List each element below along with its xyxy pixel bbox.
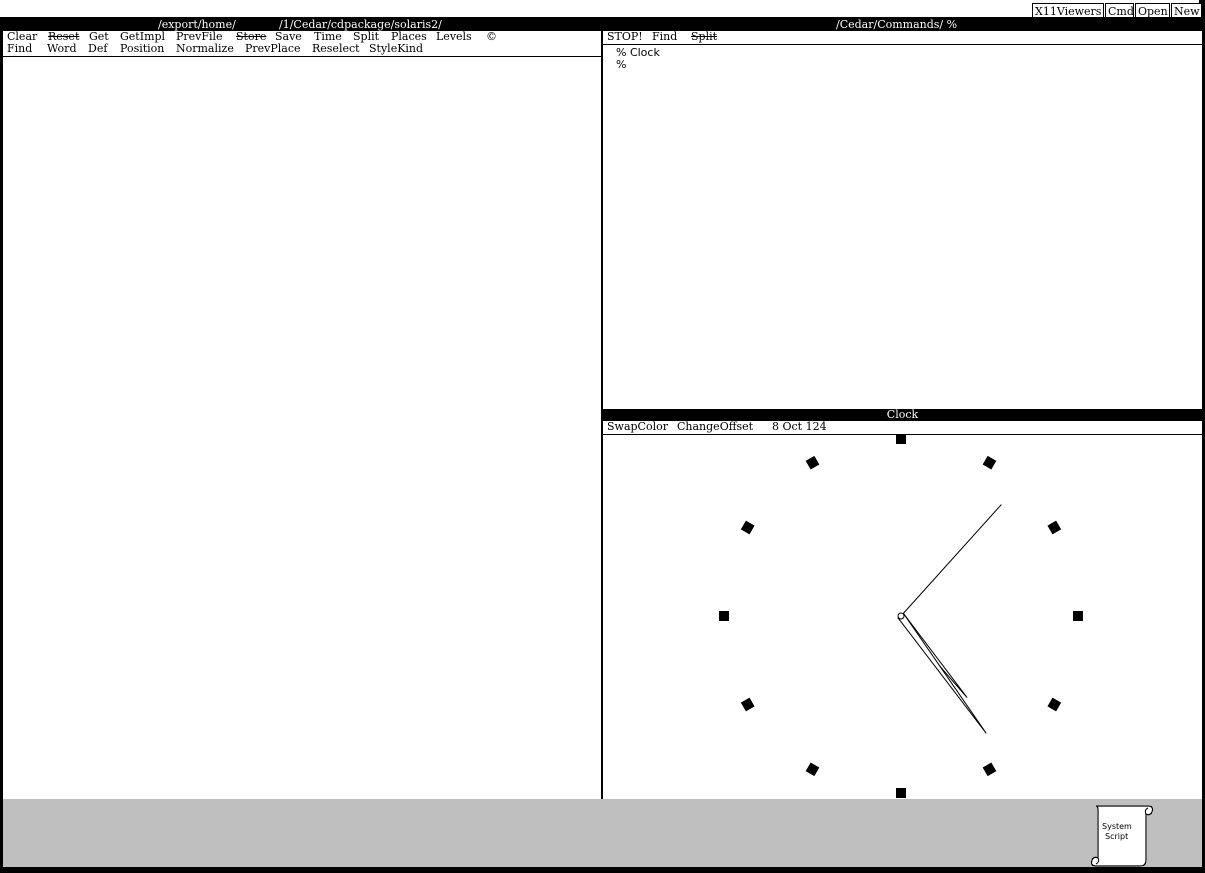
command-viewer[interactable]: STOP! Find Split % Clock % (603, 31, 1202, 409)
command-menu-divider (603, 44, 1202, 45)
menu-normalize[interactable]: Normalize (176, 43, 234, 55)
hour-mark (982, 762, 997, 777)
hour-mark (982, 455, 997, 470)
hour-mark (1047, 697, 1062, 712)
icon-label-line2: Script (1105, 832, 1128, 841)
x11viewers-button[interactable]: X11Viewers (1032, 3, 1104, 18)
hour-mark (719, 611, 729, 621)
swapcolor-button[interactable]: SwapColor (607, 421, 668, 433)
menu-word[interactable]: Word (47, 43, 76, 55)
menu-prevplace[interactable]: PrevPlace (245, 43, 301, 55)
clock-date: 8 Oct 124 (772, 420, 827, 433)
find-button[interactable]: Find (652, 31, 677, 43)
top-menu-bar (0, 0, 1199, 17)
clock-title-text: Clock (886, 408, 919, 421)
menu-divider (3, 56, 601, 57)
clock-face (719, 435, 1083, 798)
command-prompt: % (616, 58, 627, 71)
menu-levels[interactable]: Levels (436, 31, 472, 43)
menu-reselect[interactable]: Reselect (312, 43, 360, 55)
second-hand (900, 504, 1002, 617)
hour-mark (1073, 611, 1083, 621)
hour-mark (740, 697, 755, 712)
hour-mark (740, 520, 755, 535)
cmd-button[interactable]: Cmd (1105, 3, 1134, 18)
split-button[interactable]: Split (691, 31, 717, 43)
hour-mark (1047, 520, 1062, 535)
command-transcript[interactable]: % Clock % (616, 47, 660, 71)
system-script-icon[interactable]: System Script (1088, 802, 1154, 870)
command-title-text: /Cedar/Commands/ % (836, 18, 958, 31)
desktop-background[interactable] (3, 799, 1202, 867)
icon-label-line1: System (1102, 822, 1132, 831)
hour-mark (896, 435, 906, 444)
minute-hand (897, 613, 987, 734)
hour-mark (896, 788, 906, 798)
menu-position[interactable]: Position (120, 43, 164, 55)
left-viewer[interactable]: Clear Reset Get GetImpl PrevFile Store S… (3, 31, 601, 799)
new-button[interactable]: New (1171, 3, 1202, 18)
menu-find[interactable]: Find (7, 43, 32, 55)
open-button[interactable]: Open (1135, 3, 1170, 18)
clock-hub (897, 612, 905, 620)
stop-button[interactable]: STOP! (607, 31, 643, 43)
changeoffset-button[interactable]: ChangeOffset (677, 421, 753, 433)
hour-mark (805, 762, 820, 777)
menu-stylekind[interactable]: StyleKind (369, 43, 423, 55)
hour-mark (805, 455, 820, 470)
menu-copyright[interactable]: © (486, 31, 497, 43)
menu-def[interactable]: Def (88, 43, 107, 55)
clock-viewer[interactable]: SwapColor ChangeOffset 8 Oct 124 (603, 421, 1202, 799)
